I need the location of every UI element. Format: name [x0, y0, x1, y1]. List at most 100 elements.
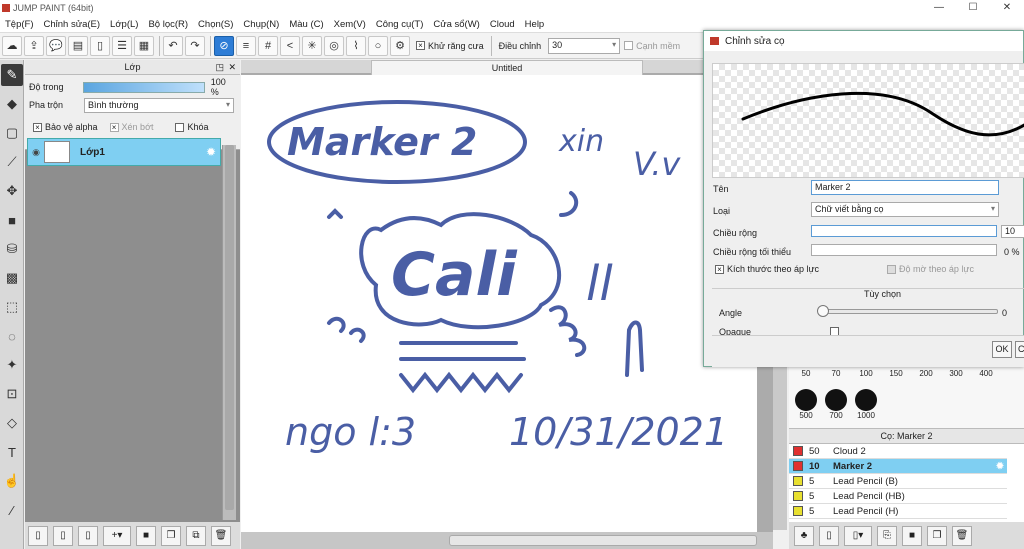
shape-tool-icon[interactable]: ▢ — [1, 122, 23, 144]
redo-icon[interactable]: ↷ — [185, 35, 205, 56]
brush-size-50[interactable]: 50 — [791, 369, 821, 378]
layer-scrollbar[interactable] — [222, 145, 236, 520]
move-tool-icon[interactable]: ✥ — [1, 180, 23, 202]
menu-window[interactable]: Cửa sổ(W) — [428, 19, 484, 30]
undock-icon[interactable]: ◳ — [215, 60, 224, 75]
line-tool-icon[interactable]: ⟋ — [1, 151, 23, 173]
fill-rect-tool-icon[interactable]: ■ — [1, 209, 23, 231]
menu-cloud[interactable]: Cloud — [485, 19, 520, 30]
menu-layer[interactable]: Lớp(L) — [105, 19, 143, 30]
protect-alpha-checkbox[interactable]: × — [33, 122, 42, 132]
new-8bit-layer-icon[interactable]: ▯ — [53, 525, 73, 546]
hand-tool-icon[interactable]: ☝ — [1, 470, 23, 492]
new-1bit-layer-icon[interactable]: ▯ — [78, 525, 98, 546]
brush-tool-icon[interactable]: ✎ — [1, 64, 23, 86]
share-icon[interactable]: ⇪ — [24, 35, 44, 56]
close-button[interactable]: ✕ — [990, 0, 1024, 16]
magic-wand-tool-icon[interactable]: ✦ — [1, 354, 23, 376]
select-pen-tool-icon[interactable]: ⊡ — [1, 383, 23, 405]
brush-list-item[interactable]: 5 Lead Pencil (H) — [789, 504, 1007, 519]
gear-icon[interactable]: ✹ — [996, 461, 1004, 472]
brush-type-select[interactable]: Chữ viết bằng cọ ▾ — [811, 202, 999, 217]
size-pressure-checkbox[interactable]: × Kích thước theo áp lực — [715, 264, 819, 274]
grid-icon[interactable]: ▦ — [134, 35, 154, 56]
merge-layer-icon[interactable]: ⧉ — [186, 525, 206, 546]
menu-select[interactable]: Chọn(S) — [193, 19, 238, 30]
new-layer-icon[interactable]: ▯ — [28, 525, 48, 546]
brush-list-item[interactable]: 5 Lead Pencil (HB) — [789, 489, 1007, 504]
brush-name-input[interactable]: Marker 2 — [811, 180, 999, 195]
folder-icon[interactable]: ■ — [902, 525, 922, 546]
brush-list-item-selected[interactable]: 10 Marker 2 ✹ — [789, 459, 1007, 474]
drawing-canvas[interactable]: Marker 2 xin V.v Cali ll ngo l:3 10/31/2… — [241, 75, 757, 532]
canvas-hscroll[interactable] — [241, 532, 773, 549]
snap-radial-icon[interactable]: ✳ — [302, 35, 322, 56]
brush-size-500[interactable]: 500 — [791, 389, 821, 420]
brush-size-400[interactable]: 400 — [971, 369, 1001, 378]
lasso-tool-icon[interactable]: ◌ — [1, 325, 23, 347]
adjust-select[interactable]: 30 ▾ — [548, 37, 621, 54]
duplicate-layer-icon[interactable]: ❐ — [161, 525, 181, 546]
eyedropper-tool-icon[interactable]: ⁄ — [1, 499, 23, 521]
trash-icon[interactable]: 🗑 — [952, 525, 972, 546]
width-slider[interactable] — [811, 225, 997, 237]
menu-filter[interactable]: Bộ lọc(R) — [143, 19, 193, 30]
import-brush-icon[interactable]: ⎘ — [877, 525, 897, 546]
list-icon[interactable]: ☰ — [112, 35, 132, 56]
trash-icon[interactable]: 🗑 — [211, 525, 231, 546]
snap-curve-icon[interactable]: ⌇ — [346, 35, 366, 56]
cancel-button[interactable]: C — [1015, 341, 1024, 358]
snap-off-icon[interactable]: ⊘ — [214, 35, 234, 56]
cloud-icon[interactable]: ☁ — [2, 35, 22, 56]
brush-size-100[interactable]: 100 — [851, 369, 881, 378]
settings-icon[interactable]: ⚙ — [390, 35, 410, 56]
menu-tools[interactable]: Công cụ(T) — [371, 19, 429, 30]
undo-icon[interactable]: ↶ — [163, 35, 183, 56]
panel-close-icon[interactable]: ✕ — [228, 60, 236, 75]
brush-size-700[interactable]: 700 — [821, 389, 851, 420]
page-icon[interactable]: ▯ — [90, 35, 110, 56]
eraser-tool-icon[interactable]: ◆ — [1, 93, 23, 115]
layer-row[interactable]: ◉ Lớp1 ✹ — [27, 138, 221, 166]
brush-size-200[interactable]: 200 — [911, 369, 941, 378]
text-tool-icon[interactable]: T — [1, 441, 23, 463]
menu-file[interactable]: Tệp(F) — [0, 19, 39, 30]
rect-select-tool-icon[interactable]: ⬚ — [1, 296, 23, 318]
maximize-button[interactable]: ☐ — [956, 0, 990, 16]
snap-vanish-icon[interactable]: < — [280, 35, 300, 56]
document-tab[interactable]: Untitled — [371, 60, 643, 75]
menu-view[interactable]: Xem(V) — [329, 19, 371, 30]
snap-parallel-icon[interactable]: ≡ — [236, 35, 256, 56]
brush-size-70[interactable]: 70 — [821, 369, 851, 378]
angle-slider-knob[interactable] — [817, 305, 829, 317]
lock-checkbox[interactable] — [175, 122, 185, 132]
brush-list-item[interactable]: 5 Lead Pencil (B) — [789, 474, 1007, 489]
minimize-button[interactable]: — — [922, 0, 956, 16]
brush-menu-icon[interactable]: ▯▾ — [844, 525, 872, 546]
bucket-tool-icon[interactable]: ⛁ — [1, 238, 23, 260]
menu-help[interactable]: Help — [520, 19, 550, 30]
new-brush-icon[interactable]: ▯ — [819, 525, 839, 546]
clip-checkbox[interactable]: × — [109, 122, 119, 132]
brush-size-300[interactable]: 300 — [941, 369, 971, 378]
visibility-icon[interactable]: ◉ — [28, 147, 44, 158]
message-icon[interactable]: ▤ — [68, 35, 88, 56]
duplicate-brush-icon[interactable]: ❐ — [927, 525, 947, 546]
gear-icon[interactable]: ✹ — [206, 145, 216, 159]
width-value[interactable]: 10 — [1001, 225, 1024, 238]
snap-ellipse-icon[interactable]: ○ — [368, 35, 388, 56]
menu-capture[interactable]: Chụp(N) — [238, 19, 284, 30]
ok-button[interactable]: OK — [992, 341, 1012, 358]
brush-list-item[interactable]: 50 Cloud 2 — [789, 444, 1007, 459]
select-eraser-tool-icon[interactable]: ◇ — [1, 412, 23, 434]
opacity-pressure-checkbox[interactable]: Độ mờ theo áp lực — [887, 264, 974, 274]
snap-cross-icon[interactable]: # — [258, 35, 278, 56]
angle-slider[interactable] — [818, 309, 998, 314]
opacity-slider[interactable] — [83, 81, 205, 93]
hscroll-thumb[interactable] — [449, 535, 757, 546]
min-width-slider[interactable] — [811, 244, 997, 256]
blend-select[interactable]: Bình thường ▾ — [84, 97, 234, 113]
folder-icon[interactable]: ■ — [136, 525, 156, 546]
antialias-checkbox[interactable]: × Khử răng cưa — [416, 41, 484, 51]
brush-size-150[interactable]: 150 — [881, 369, 911, 378]
